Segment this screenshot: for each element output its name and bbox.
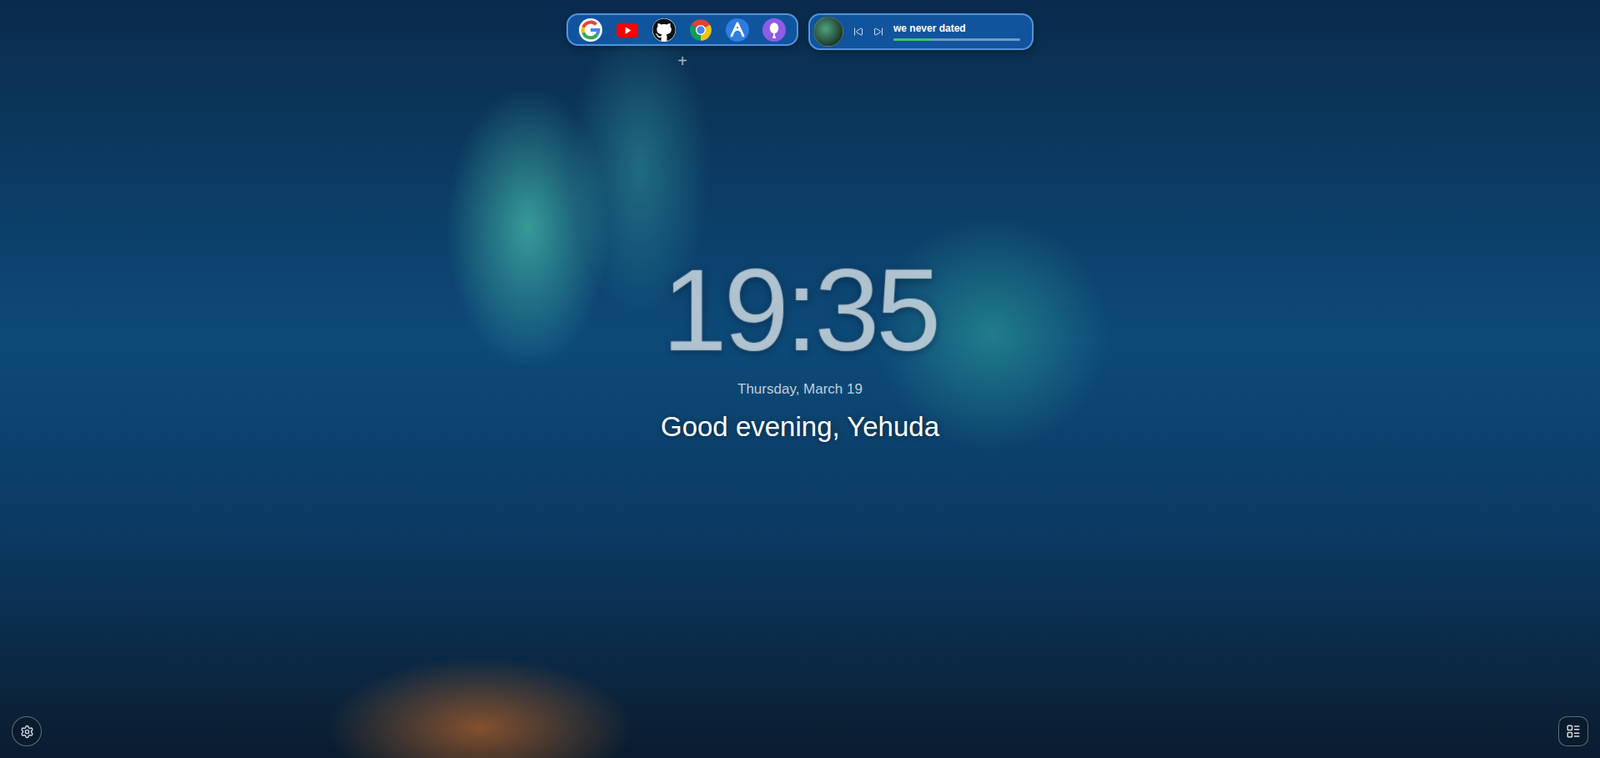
- music-widget: we never dated: [808, 13, 1034, 51]
- top-bar: + we never dated: [0, 0, 1600, 70]
- greeting: Good evening, Yehuda: [660, 411, 940, 443]
- next-button[interactable]: [873, 26, 884, 37]
- widget-list-icon: [1565, 724, 1581, 740]
- album-art: [813, 16, 844, 47]
- shortcut-bar: [566, 13, 799, 46]
- shortcut-button[interactable]: [724, 17, 750, 43]
- shortcut-button[interactable]: [614, 17, 640, 43]
- gear-icon: [20, 724, 35, 740]
- shortcut-button[interactable]: [688, 17, 714, 43]
- progress-fill: [893, 38, 932, 41]
- footer: [0, 716, 1600, 758]
- clock-time: 19:35: [662, 248, 938, 372]
- clock-panel: 19:35 Thursday, March 19 Good evening, Yeh…: [0, 69, 1600, 717]
- settings-button[interactable]: [11, 716, 42, 747]
- previous-button[interactable]: [853, 26, 864, 37]
- clock-date: Thursday, March 19: [737, 381, 863, 398]
- shortcut-button[interactable]: [761, 17, 787, 43]
- previous-icon: [853, 26, 864, 37]
- track-title: we never dated: [893, 22, 1021, 35]
- youtube-icon: [615, 18, 639, 42]
- google-icon: [578, 18, 603, 42]
- github-icon: [652, 18, 676, 42]
- balloon-icon: [762, 18, 786, 42]
- new-tab-page: + we never dated 19:35 Thursday, March 19 Go…: [0, 0, 1600, 758]
- next-icon: [873, 26, 884, 37]
- track-info: we never dated: [893, 22, 1021, 41]
- shortcut-button[interactable]: [578, 17, 604, 43]
- arc-icon: [725, 18, 750, 42]
- shortcut-button[interactable]: [651, 17, 677, 43]
- progress-track[interactable]: [893, 38, 1021, 41]
- shortcut-group: +: [566, 13, 799, 70]
- add-shortcut-button[interactable]: +: [674, 52, 691, 70]
- chrome-icon: [689, 18, 713, 42]
- widgets-button[interactable]: [1558, 716, 1589, 747]
